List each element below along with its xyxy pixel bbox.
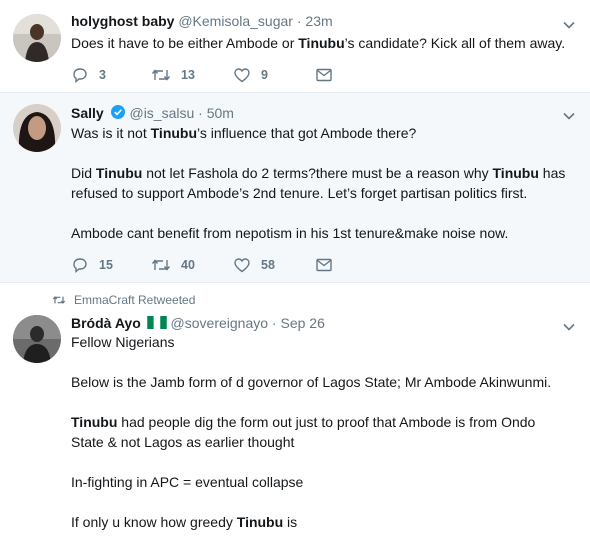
tweet-line: Was is it not Tinubu’s influence that go…: [71, 123, 576, 143]
timestamp[interactable]: 50m: [207, 105, 234, 121]
retweet-icon: [151, 69, 171, 81]
reply-button[interactable]: 3: [71, 66, 106, 84]
user-handle[interactable]: @sovereignayo: [171, 315, 269, 331]
tweet-sally[interactable]: Sally @is_salsu · 50m Was is it not Tinu…: [0, 93, 590, 283]
user-handle[interactable]: @Kemisola_sugar: [178, 13, 293, 29]
like-icon: [234, 68, 250, 83]
like-button[interactable]: 9: [233, 66, 268, 84]
avatar[interactable]: [13, 315, 61, 363]
separator-dot: ·: [271, 315, 277, 331]
tweet-text-run: In-fighting in APC = eventual collapse: [71, 474, 304, 490]
tweet-line: Below is the Jamb form of d governor of …: [71, 372, 576, 392]
tweet-line: In-fighting in APC = eventual collapse: [71, 472, 576, 492]
separator-dot: ·: [198, 105, 203, 121]
tweet-text-run: If only u know how greedy: [71, 514, 237, 530]
like-count: 9: [261, 68, 268, 82]
reply-icon: [73, 258, 87, 273]
retweet-icon: [52, 296, 66, 304]
verified-badge-icon: [110, 105, 125, 119]
display-name[interactable]: holyghost baby: [71, 13, 174, 29]
avatar[interactable]: [13, 104, 61, 152]
tweet-line: Fellow Nigerians: [71, 332, 576, 352]
chevron-down-icon[interactable]: [562, 18, 576, 32]
tweet-line: Does it have to be either Ambode or Tinu…: [71, 33, 576, 53]
tweet-text-run: had people dig the form out just to proo…: [117, 414, 536, 430]
retweet-button[interactable]: 40: [151, 256, 195, 274]
tweet-line: State & not Lagos as earlier thought: [71, 432, 576, 452]
hashtag-highlight: Tinubu: [236, 514, 284, 530]
retweet-count: 40: [181, 258, 195, 272]
tweet-header: holyghost baby @Kemisola_sugar · 23m: [71, 13, 333, 29]
tweet-text: Was is it not Tinubu’s influence that go…: [71, 123, 576, 243]
tweet-line: Tinubu had people dig the form out just …: [71, 412, 576, 432]
message-button[interactable]: [315, 66, 333, 84]
timestamp[interactable]: Sep 26: [280, 315, 324, 331]
hashtag-highlight: Tinubu: [492, 165, 539, 181]
chevron-down-icon[interactable]: [562, 109, 576, 123]
tweet-text-run: State & not Lagos as earlier thought: [71, 434, 295, 450]
tweet-text-run: refused to support Ambode’s 2nd tenure. …: [71, 185, 528, 201]
tweet-line: Did Tinubu not let Fashola do 2 terms?th…: [71, 163, 576, 183]
nigeria-flag-icon: [146, 316, 167, 329]
hashtag-highlight: Tinubu: [150, 125, 198, 141]
tweet-text-run: ’s influence that got Ambode there?: [197, 125, 417, 141]
tweet-text: Does it have to be either Ambode or Tinu…: [71, 33, 576, 53]
tweet-text-run: Did: [71, 165, 96, 181]
tweet-header: Bródà Ayo 🇳🇬 @sovereignayo · Sep 26: [71, 315, 325, 331]
hashtag-highlight: Tinubu: [95, 165, 143, 181]
tweet-text-run: Does it have to be either Ambode or: [71, 35, 299, 51]
retweet-context[interactable]: EmmaCraft Retweeted: [52, 293, 195, 307]
user-handle[interactable]: @is_salsu: [129, 105, 194, 121]
timestamp[interactable]: 23m: [305, 13, 332, 29]
retweet-context-label: EmmaCraft Retweeted: [74, 293, 196, 307]
like-icon: [234, 258, 250, 273]
tweet-header: Sally @is_salsu · 50m: [71, 104, 234, 121]
like-button[interactable]: 58: [233, 256, 275, 274]
avatar[interactable]: [13, 14, 61, 62]
retweet-button[interactable]: 13: [151, 66, 195, 84]
tweet-text-run: Below is the Jamb form of d governor of …: [71, 374, 552, 390]
message-button[interactable]: [315, 256, 333, 274]
tweet-text-run: Fellow Nigerians: [71, 334, 175, 350]
reply-count: 3: [99, 68, 106, 82]
display-name[interactable]: Bródà Ayo: [71, 315, 141, 331]
message-icon: [316, 258, 332, 272]
tweet-text-run: Ambode cant benefit from nepotism in his…: [71, 225, 509, 241]
reply-count: 15: [99, 258, 113, 272]
hashtag-highlight: Tinubu: [71, 414, 118, 430]
tweet-text-run: has: [538, 165, 566, 181]
tweet-text-run: not let Fashola do 2 terms?there must be…: [142, 165, 493, 181]
retweet-count: 13: [181, 68, 195, 82]
hashtag-highlight: Tinubu: [298, 35, 345, 51]
retweet-icon: [151, 259, 171, 271]
display-name[interactable]: Sally: [71, 105, 104, 121]
tweet-line: refused to support Ambode’s 2nd tenure. …: [71, 183, 576, 203]
tweet-line: If only u know how greedy Tinubu is: [71, 512, 576, 532]
tweet-text: Fellow Nigerians Below is the Jamb form o…: [71, 332, 576, 532]
tweet-text-run: ’s candidate? Kick all of them away.: [344, 35, 566, 51]
like-count: 58: [261, 258, 275, 272]
message-icon: [316, 68, 332, 82]
reply-icon: [73, 68, 87, 83]
tweet-broda-ayo[interactable]: EmmaCraft Retweeted Bródà Ayo 🇳🇬 @sovere…: [0, 283, 590, 538]
reply-button[interactable]: 15: [71, 256, 113, 274]
separator-dot: ·: [296, 13, 302, 29]
tweet-text-run: Was is it not: [71, 125, 151, 141]
tweet-line: Ambode cant benefit from nepotism in his…: [71, 223, 576, 243]
tweet-text-run: is: [283, 514, 298, 530]
tweet-holyghost[interactable]: holyghost baby @Kemisola_sugar · 23m Doe…: [0, 0, 590, 93]
